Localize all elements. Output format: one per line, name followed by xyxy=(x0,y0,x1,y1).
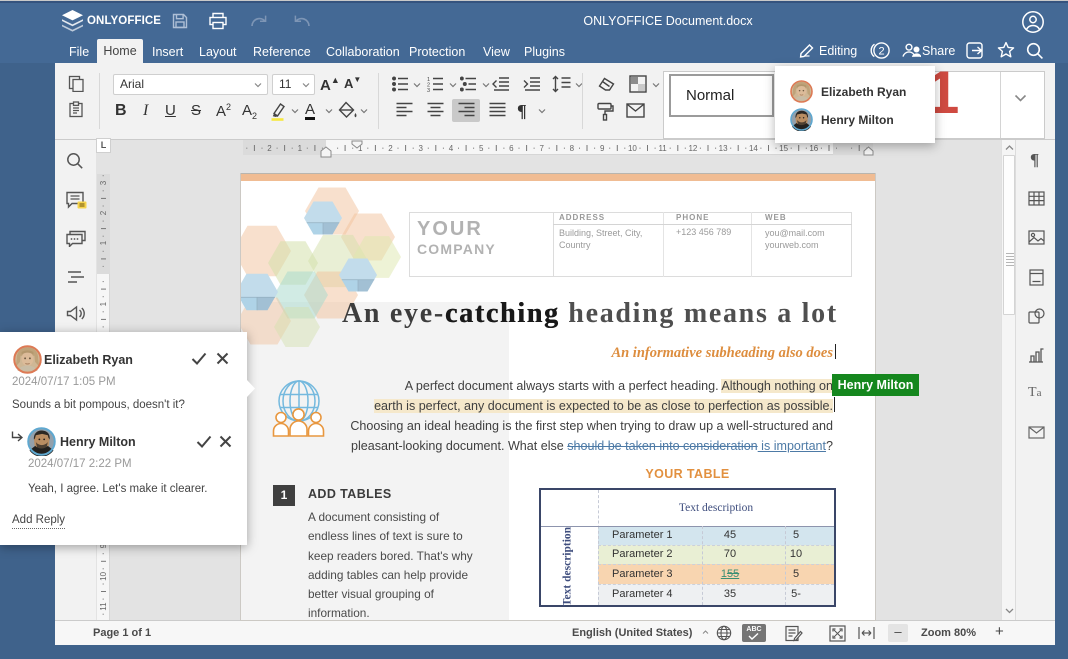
svg-text:2: 2 xyxy=(267,144,272,153)
svg-text:16: 16 xyxy=(809,144,818,153)
svg-text:2: 2 xyxy=(878,46,884,58)
svg-text:11: 11 xyxy=(99,602,108,611)
svg-text:2: 2 xyxy=(388,144,393,153)
svg-text:5: 5 xyxy=(479,144,484,153)
svg-text:1: 1 xyxy=(99,301,108,306)
svg-text:1: 1 xyxy=(298,144,303,153)
svg-text:3: 3 xyxy=(418,144,423,153)
svg-text:14: 14 xyxy=(749,144,758,153)
svg-text:8: 8 xyxy=(570,144,575,153)
svg-text:10: 10 xyxy=(99,571,108,580)
svg-text:7: 7 xyxy=(539,144,544,153)
svg-text:2: 2 xyxy=(99,210,108,215)
svg-text:10: 10 xyxy=(628,144,637,153)
svg-text:12: 12 xyxy=(688,144,697,153)
svg-text:3: 3 xyxy=(427,88,430,92)
svg-text:13: 13 xyxy=(719,144,728,153)
svg-text:4: 4 xyxy=(449,144,454,153)
svg-text:15: 15 xyxy=(779,144,788,153)
svg-text:3: 3 xyxy=(99,180,108,185)
svg-text:9: 9 xyxy=(600,144,605,153)
svg-text:11: 11 xyxy=(658,144,667,153)
svg-text:1: 1 xyxy=(99,240,108,245)
svg-text:6: 6 xyxy=(509,144,514,153)
